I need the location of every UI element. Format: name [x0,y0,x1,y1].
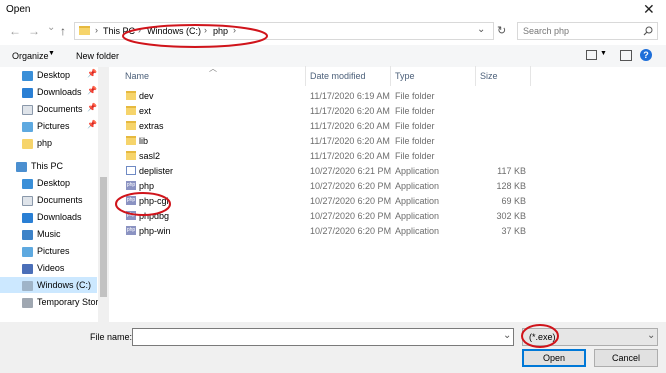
annotation-circle-filter [521,324,559,348]
annotation-circle-address [122,24,268,48]
annotation-circle-php-cgi [115,192,171,216]
annotation-overlay [115,24,559,348]
